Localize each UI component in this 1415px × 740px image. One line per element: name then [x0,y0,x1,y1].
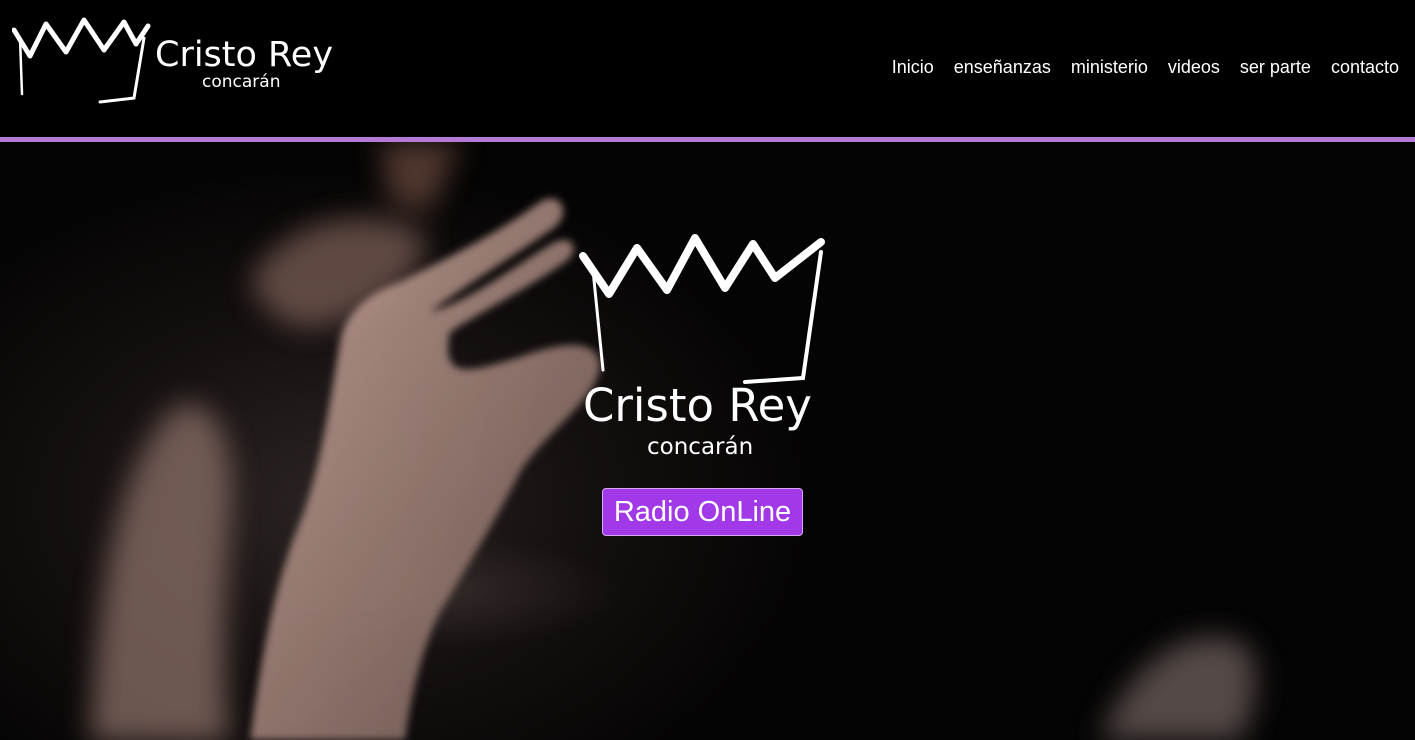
site-logo[interactable]: Cristo Rey concarán [12,16,342,106]
logo-title: Cristo Rey [155,35,334,75]
hero-logo: Cristo Rey concarán [575,230,835,470]
hero-logo-title: Cristo Rey [583,379,812,432]
nav-item-contacto[interactable]: contacto [1321,55,1399,79]
nav-item-inicio[interactable]: Inicio [882,55,944,79]
main-nav: Inicio enseñanzas ministerio videos ser … [882,55,1399,79]
crown-icon [579,234,825,384]
hero-logo-subtitle: concarán [647,434,754,460]
nav-item-ser-parte[interactable]: ser parte [1230,55,1321,79]
radio-online-button[interactable]: Radio OnLine [602,488,803,536]
hero-section: Cristo Rey concarán Radio OnLine [0,142,1415,740]
site-header: Cristo Rey concarán Inicio enseñanzas mi… [0,0,1415,137]
nav-item-ensenanzas[interactable]: enseñanzas [944,55,1061,79]
crown-icon [12,17,151,104]
logo-subtitle: concarán [202,72,281,92]
nav-item-videos[interactable]: videos [1158,55,1230,79]
nav-item-ministerio[interactable]: ministerio [1061,55,1158,79]
